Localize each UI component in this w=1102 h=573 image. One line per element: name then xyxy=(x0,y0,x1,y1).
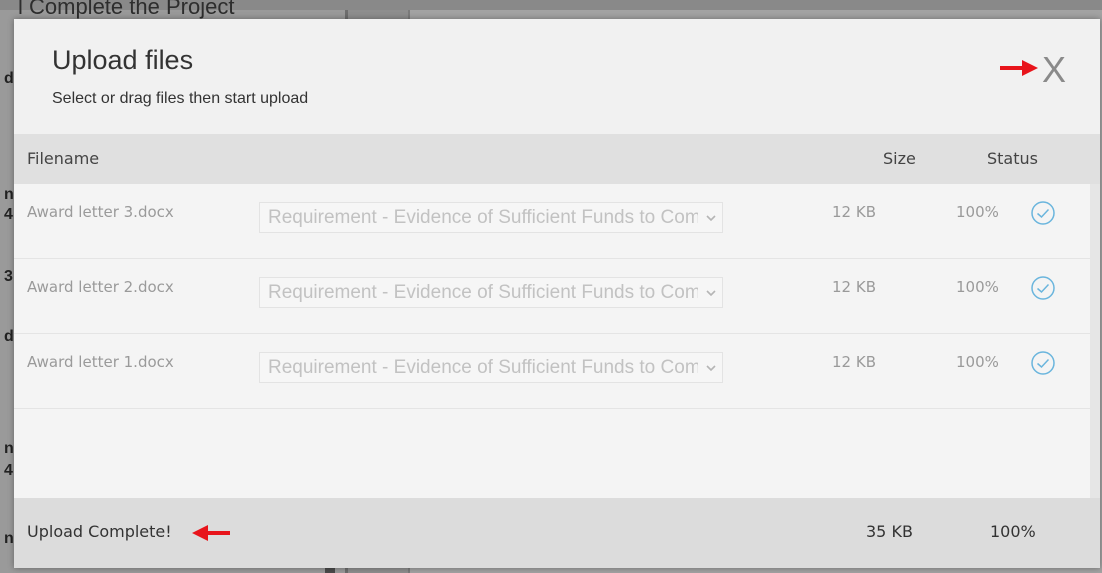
upload-files-dialog: Upload files Select or drag files then s… xyxy=(14,19,1100,568)
dialog-title: Upload files xyxy=(52,45,194,75)
file-table-header: Filename Size Status xyxy=(14,134,1100,184)
file-name: Award letter 3.docx xyxy=(27,203,174,221)
file-name: Award letter 1.docx xyxy=(27,353,174,371)
column-header-status: Status xyxy=(987,149,1038,168)
upload-status-message: Upload Complete! xyxy=(27,522,172,541)
column-header-size: Size xyxy=(883,149,916,168)
annotation-arrow-left-icon xyxy=(192,525,230,541)
requirement-select-value: Requirement - Evidence of Sufficient Fun… xyxy=(268,282,698,303)
dialog-subtitle: Select or drag files then start upload xyxy=(52,90,309,107)
file-list: Award letter 3.docx Requirement - Eviden… xyxy=(14,184,1090,498)
chevron-down-icon xyxy=(706,215,716,222)
background-text-fragment: 3 xyxy=(4,268,13,285)
requirement-select-value: Requirement - Evidence of Sufficient Fun… xyxy=(268,357,698,378)
check-circle-icon xyxy=(1031,201,1055,225)
upload-progress: 100% xyxy=(956,203,999,221)
file-name: Award letter 2.docx xyxy=(27,278,174,296)
background-heading: l Complete the Project xyxy=(18,0,235,19)
total-size: 35 KB xyxy=(866,522,913,541)
requirement-select[interactable]: Requirement - Evidence of Sufficient Fun… xyxy=(259,202,723,233)
chevron-down-icon xyxy=(706,365,716,372)
dialog-header: Upload files Select or drag files then s… xyxy=(14,19,1100,134)
background-text-fragment: 4 xyxy=(4,206,13,223)
file-size: 12 KB xyxy=(832,203,876,221)
requirement-select[interactable]: Requirement - Evidence of Sufficient Fun… xyxy=(259,352,723,383)
background-text-fragment: d xyxy=(4,70,14,87)
file-size: 12 KB xyxy=(832,353,876,371)
total-progress: 100% xyxy=(990,522,1036,541)
file-row: Award letter 2.docx Requirement - Eviden… xyxy=(14,259,1090,334)
upload-progress: 100% xyxy=(956,353,999,371)
background-text-fragment: d xyxy=(4,328,14,345)
background-text-fragment: 4 xyxy=(4,462,13,479)
annotation-arrow-right-icon xyxy=(1000,60,1038,76)
background-text-fragment: n xyxy=(4,186,14,203)
close-button[interactable]: X xyxy=(1038,50,1070,90)
requirement-select[interactable]: Requirement - Evidence of Sufficient Fun… xyxy=(259,277,723,308)
file-size: 12 KB xyxy=(832,278,876,296)
background-text-fragment: n xyxy=(4,440,14,457)
upload-progress: 100% xyxy=(956,278,999,296)
requirement-select-value: Requirement - Evidence of Sufficient Fun… xyxy=(268,207,698,228)
file-list-scrollbar[interactable] xyxy=(1090,184,1100,498)
file-row: Award letter 3.docx Requirement - Eviden… xyxy=(14,184,1090,259)
check-circle-icon xyxy=(1031,276,1055,300)
background-text-fragment: n xyxy=(4,530,14,547)
dialog-footer: Upload Complete! 35 KB 100% xyxy=(14,498,1100,568)
file-row: Award letter 1.docx Requirement - Eviden… xyxy=(14,334,1090,409)
chevron-down-icon xyxy=(706,290,716,297)
check-circle-icon xyxy=(1031,351,1055,375)
column-header-filename: Filename xyxy=(27,149,100,168)
